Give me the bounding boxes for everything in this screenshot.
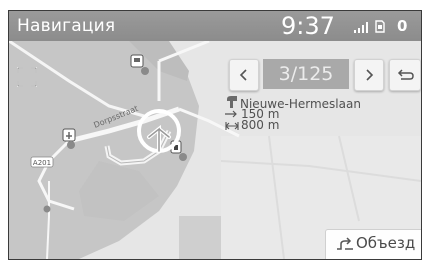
signal-icon	[354, 22, 368, 33]
app-title: Навигация	[17, 16, 116, 36]
distance-icon	[225, 110, 237, 118]
map-view[interactable]: A201 Dorpsstraat	[9, 11, 421, 259]
navigation-screen: A201 Dorpsstraat Навигация 9:37 0 3/125 …	[0, 0, 424, 260]
chevron-left-icon	[239, 69, 247, 81]
detour-label: Объезд	[356, 234, 416, 252]
previous-step-button[interactable]	[229, 59, 259, 91]
sim-icon	[375, 20, 385, 33]
road-shield-label: A201	[33, 159, 51, 167]
next-step-button[interactable]	[354, 59, 384, 91]
status-bar: Навигация 9:37 0	[9, 11, 421, 41]
notification-count: 0	[397, 17, 408, 35]
back-arrow-icon	[397, 69, 414, 80]
detour-button[interactable]: Объезд	[325, 229, 421, 259]
chevron-right-icon	[366, 69, 374, 81]
street-turn-icon	[227, 96, 237, 108]
segment-distance: 800 m	[241, 118, 280, 132]
distance-icon	[225, 122, 239, 130]
step-counter: 3/125	[263, 59, 349, 89]
display-frame: A201 Dorpsstraat Навигация 9:37 0 3/125 …	[8, 10, 422, 260]
expand-icon[interactable]	[15, 65, 39, 89]
detour-icon	[337, 237, 353, 250]
clock: 9:37	[281, 12, 335, 40]
back-button[interactable]	[389, 59, 421, 91]
